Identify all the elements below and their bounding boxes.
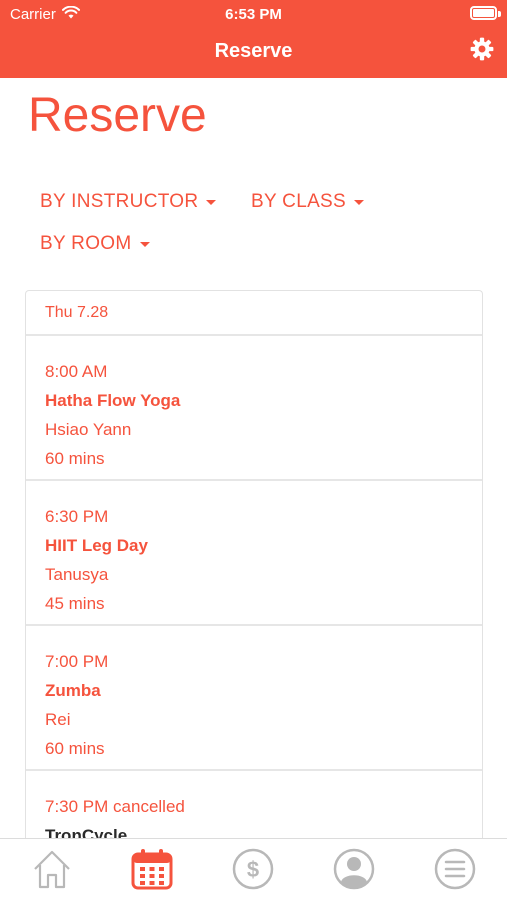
calendar-icon [130, 847, 174, 896]
profile-icon [332, 847, 376, 896]
page-title: Reserve [28, 89, 207, 142]
tab-payments[interactable]: $ [229, 847, 277, 895]
dollar-icon: $ [231, 847, 275, 896]
session-class-name: Hatha Flow Yoga [45, 391, 181, 410]
session-instructor: Tanusya [45, 565, 109, 584]
filter-by-class[interactable]: BY CLASS [251, 191, 364, 213]
session-time: 7:30 PM cancelled [45, 797, 185, 816]
session-time: 8:00 AM [45, 362, 108, 381]
home-icon [31, 847, 73, 896]
battery-icon [470, 6, 497, 20]
menu-icon [433, 847, 477, 896]
session-duration: 45 mins [45, 594, 105, 613]
tab-menu[interactable] [431, 847, 479, 895]
session-item[interactable]: 7:00 PM Zumba Rei 60 mins [26, 626, 482, 771]
session-instructor: Rei [45, 710, 71, 729]
session-instructor: Hsiao Yann [45, 420, 132, 439]
session-class-name: HIIT Leg Day [45, 536, 148, 555]
gear-icon [469, 36, 495, 67]
status-time: 6:53 PM [225, 6, 282, 23]
tab-bar: $ [0, 838, 507, 900]
svg-text:$: $ [247, 857, 259, 882]
session-class-name: Zumba [45, 681, 101, 700]
session-time: 6:30 PM [45, 507, 109, 526]
session-duration: 60 mins [45, 739, 105, 758]
session-class-name: TronCycle [45, 826, 128, 838]
caret-down-icon [354, 199, 364, 205]
nav-title: Reserve [214, 40, 293, 62]
filter-by-room[interactable]: BY ROOM [40, 233, 150, 255]
settings-button[interactable] [467, 36, 497, 66]
battery-tip [498, 11, 501, 17]
caret-down-icon [206, 199, 217, 205]
status-bar: Carrier 6:53 PM [0, 0, 507, 28]
header-bar: Carrier 6:53 PM Reserve [0, 0, 507, 78]
filter-label: BY ROOM [40, 233, 132, 254]
session-item-cancelled[interactable]: 7:30 PM cancelled TronCycle [26, 771, 482, 838]
filter-label: BY INSTRUCTOR [40, 191, 199, 212]
tab-home[interactable] [28, 847, 76, 895]
date-header: Thu 7.28 [26, 291, 482, 336]
tab-reserve[interactable] [128, 847, 176, 895]
session-item[interactable]: 6:30 PM HIIT Leg Day Tanusya 45 mins [26, 481, 482, 626]
schedule-list[interactable]: Thu 7.28 8:00 AM Hatha Flow Yoga Hsiao Y… [25, 290, 483, 838]
session-time: 7:00 PM [45, 652, 109, 671]
filter-label: BY CLASS [251, 191, 346, 212]
session-duration: 60 mins [45, 449, 105, 468]
session-item[interactable]: 8:00 AM Hatha Flow Yoga Hsiao Yann 60 mi… [26, 336, 482, 481]
filter-by-instructor[interactable]: BY INSTRUCTOR [40, 191, 217, 213]
tab-profile[interactable] [330, 847, 378, 895]
caret-down-icon [139, 241, 150, 247]
